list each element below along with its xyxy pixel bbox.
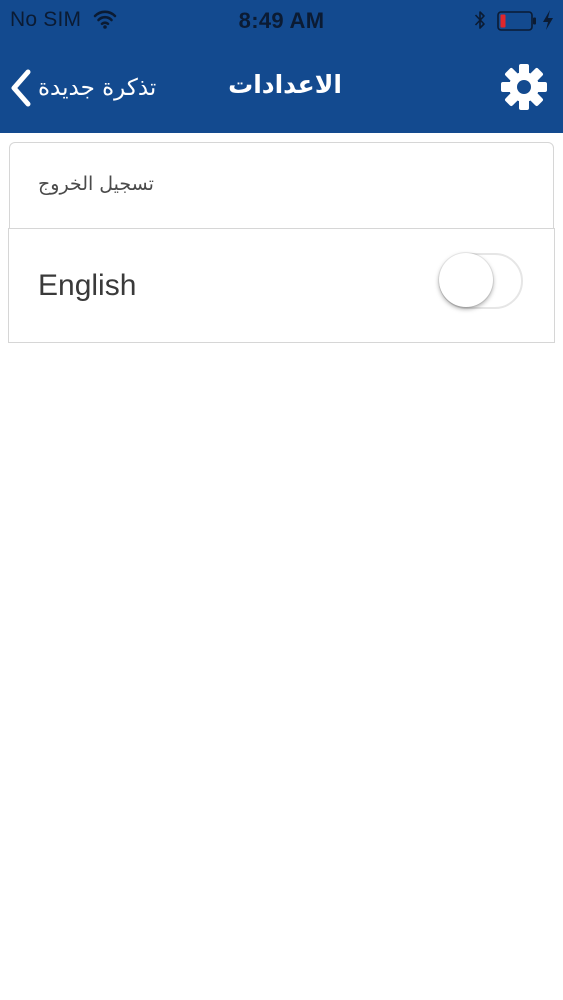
logout-row[interactable]: تسجيل الخروج	[9, 142, 554, 230]
header: No SIM 8:49 AM تذكرة جديدة الاعدادات	[0, 0, 563, 133]
battery-icon	[497, 11, 536, 31]
gear-icon[interactable]	[499, 62, 549, 112]
toggle-knob	[439, 253, 493, 307]
page-title: الاعدادات	[228, 70, 342, 99]
english-toggle[interactable]	[437, 251, 523, 311]
bluetooth-icon	[474, 11, 485, 29]
back-button[interactable]: تذكرة جديدة	[10, 65, 156, 111]
chevron-left-icon	[11, 69, 31, 107]
logout-label: تسجيل الخروج	[38, 173, 154, 195]
navigation-bar: تذكرة جديدة الاعدادات	[0, 42, 563, 133]
english-label: English	[38, 269, 137, 302]
back-button-label: تذكرة جديدة	[38, 75, 157, 101]
charging-icon	[543, 10, 553, 30]
status-bar: No SIM 8:49 AM	[0, 0, 563, 42]
english-language-row: English	[8, 228, 555, 343]
